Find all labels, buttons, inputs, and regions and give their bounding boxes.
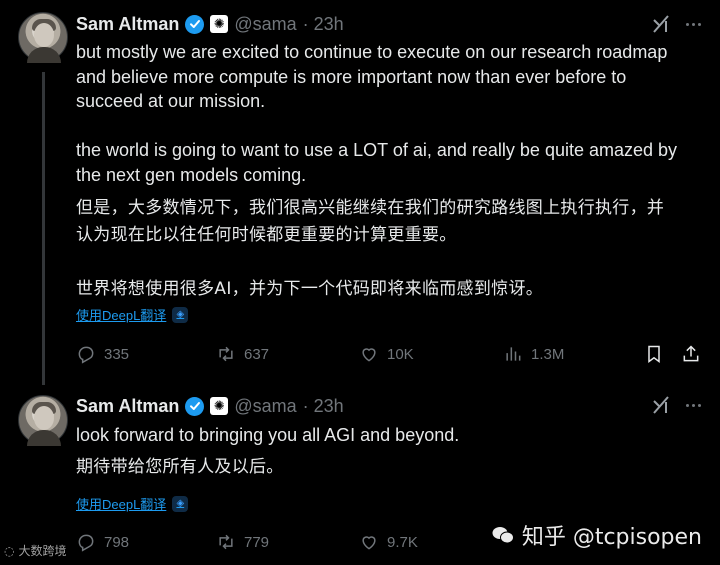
avatar-body: [27, 430, 61, 446]
repost-count: 779: [244, 533, 270, 551]
avatar[interactable]: [18, 12, 68, 63]
author-name[interactable]: Sam Altman: [76, 396, 179, 417]
share-icon: [683, 345, 699, 362]
avatar-face: [34, 23, 54, 47]
thread-line: [42, 72, 45, 385]
verified-icon: [185, 396, 205, 416]
repost-button[interactable]: 637: [216, 342, 269, 366]
more-icon[interactable]: [682, 13, 704, 35]
openai-badge-icon[interactable]: ✺: [210, 397, 229, 415]
like-button[interactable]: 10K: [359, 342, 414, 366]
wechat-icon: [492, 527, 514, 544]
tweet-1[interactable]: Sam Altman ✺ @sama · 23h but mostly we a…: [0, 0, 720, 385]
watermark-logo-icon: ◌: [4, 543, 15, 558]
views-count: 1.3M: [531, 345, 565, 363]
reply-icon: [78, 534, 94, 552]
avatar[interactable]: [18, 395, 68, 446]
share-button[interactable]: [681, 342, 701, 366]
reply-count: 335: [104, 345, 130, 363]
author-handle[interactable]: @sama: [234, 14, 296, 35]
like-count: 10K: [387, 345, 414, 363]
author-handle[interactable]: @sama: [234, 396, 296, 417]
tweet-text-en: look forward to bringing you all AGI and…: [76, 425, 460, 445]
reply-count: 798: [104, 533, 130, 551]
grok-icon[interactable]: [650, 13, 672, 35]
translate-link[interactable]: 使用DeepL翻译 ◈: [76, 494, 189, 513]
openai-badge-icon[interactable]: ✺: [210, 15, 229, 33]
views-button[interactable]: 1.3M: [503, 342, 564, 366]
deepl-icon: ◈: [172, 306, 189, 323]
translate-label[interactable]: 使用DeepL翻译: [76, 494, 166, 513]
more-icon[interactable]: [682, 394, 704, 416]
like-icon: [362, 536, 376, 550]
repost-icon: [219, 346, 233, 362]
watermark-left: ◌ 大数跨境: [4, 542, 67, 559]
watermark-zhihu: 知乎 @tcpisopen: [492, 519, 702, 551]
tweet-header: Sam Altman ✺ @sama · 23h: [76, 394, 344, 418]
reply-icon: [78, 346, 94, 364]
translate-label[interactable]: 使用DeepL翻译: [76, 305, 166, 324]
repost-button[interactable]: 779: [216, 530, 269, 554]
reply-button[interactable]: 798: [76, 530, 129, 554]
author-name[interactable]: Sam Altman: [76, 14, 179, 35]
translate-link[interactable]: 使用DeepL翻译 ◈: [76, 305, 189, 324]
watermark-text: 知乎 @tcpisopen: [521, 525, 702, 550]
repost-count: 637: [244, 345, 270, 363]
tweet-time[interactable]: · 23h: [303, 14, 344, 35]
verified-icon: [185, 14, 205, 34]
tweet-text-cn: 期待带给您所有人及以后。: [76, 457, 284, 477]
reply-button[interactable]: 335: [76, 342, 129, 366]
tweet-text-en: but mostly we are excited to continue to…: [76, 42, 678, 185]
bookmark-button[interactable]: [644, 342, 664, 366]
deepl-icon: ◈: [172, 495, 189, 512]
like-icon: [362, 348, 376, 362]
grok-icon[interactable]: [650, 394, 672, 416]
tweet-text-cn: 但是，大多数情况下，我们很高兴能继续在我们的研究路线图上执行执行，并 认为现在比…: [76, 198, 665, 299]
tweet-actions: 335 637 10K 1.3M: [76, 342, 706, 366]
avatar-body: [27, 47, 61, 63]
tweet-time[interactable]: · 23h: [303, 396, 344, 417]
bookmark-icon: [648, 345, 660, 363]
like-count: 9.7K: [387, 533, 418, 551]
views-icon: [506, 347, 521, 361]
repost-icon: [219, 534, 233, 550]
watermark-left-text: 大数跨境: [18, 544, 67, 558]
tweet-header: Sam Altman ✺ @sama · 23h: [76, 12, 344, 36]
avatar-face: [34, 406, 54, 430]
like-button[interactable]: 9.7K: [359, 530, 418, 554]
